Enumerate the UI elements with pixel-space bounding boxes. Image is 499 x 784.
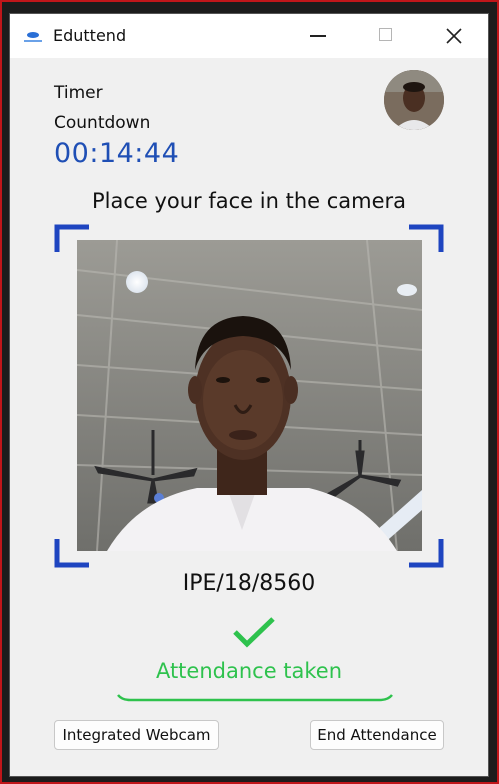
maximize-icon [379, 28, 392, 41]
app-window: Eduttend Timer Countdown 00:14:44 Place … [10, 14, 488, 776]
camera-feed [77, 240, 422, 551]
student-id: IPE/18/8560 [182, 571, 316, 596]
status-underline [117, 694, 393, 702]
user-avatar [384, 70, 444, 130]
close-button[interactable] [424, 14, 484, 58]
checkmark-icon [233, 617, 275, 648]
countdown-timer: 00:14:44 [54, 138, 180, 169]
maximize-button[interactable] [355, 14, 415, 58]
close-icon [446, 28, 462, 44]
minimize-icon [310, 35, 326, 37]
app-logo-icon [24, 32, 42, 42]
attendance-status: Attendance taken [155, 659, 343, 683]
desktop-background: Eduttend Timer Countdown 00:14:44 Place … [0, 0, 499, 784]
title-bar[interactable]: Eduttend [10, 14, 488, 58]
end-attendance-button[interactable]: End Attendance [310, 720, 444, 750]
integrated-webcam-button[interactable]: Integrated Webcam [54, 720, 219, 750]
camera-instruction: Place your face in the camera [91, 189, 407, 213]
countdown-label: Countdown [54, 113, 151, 133]
window-title: Eduttend [53, 26, 127, 45]
timer-label: Timer [54, 83, 103, 103]
minimize-button[interactable] [288, 14, 348, 58]
